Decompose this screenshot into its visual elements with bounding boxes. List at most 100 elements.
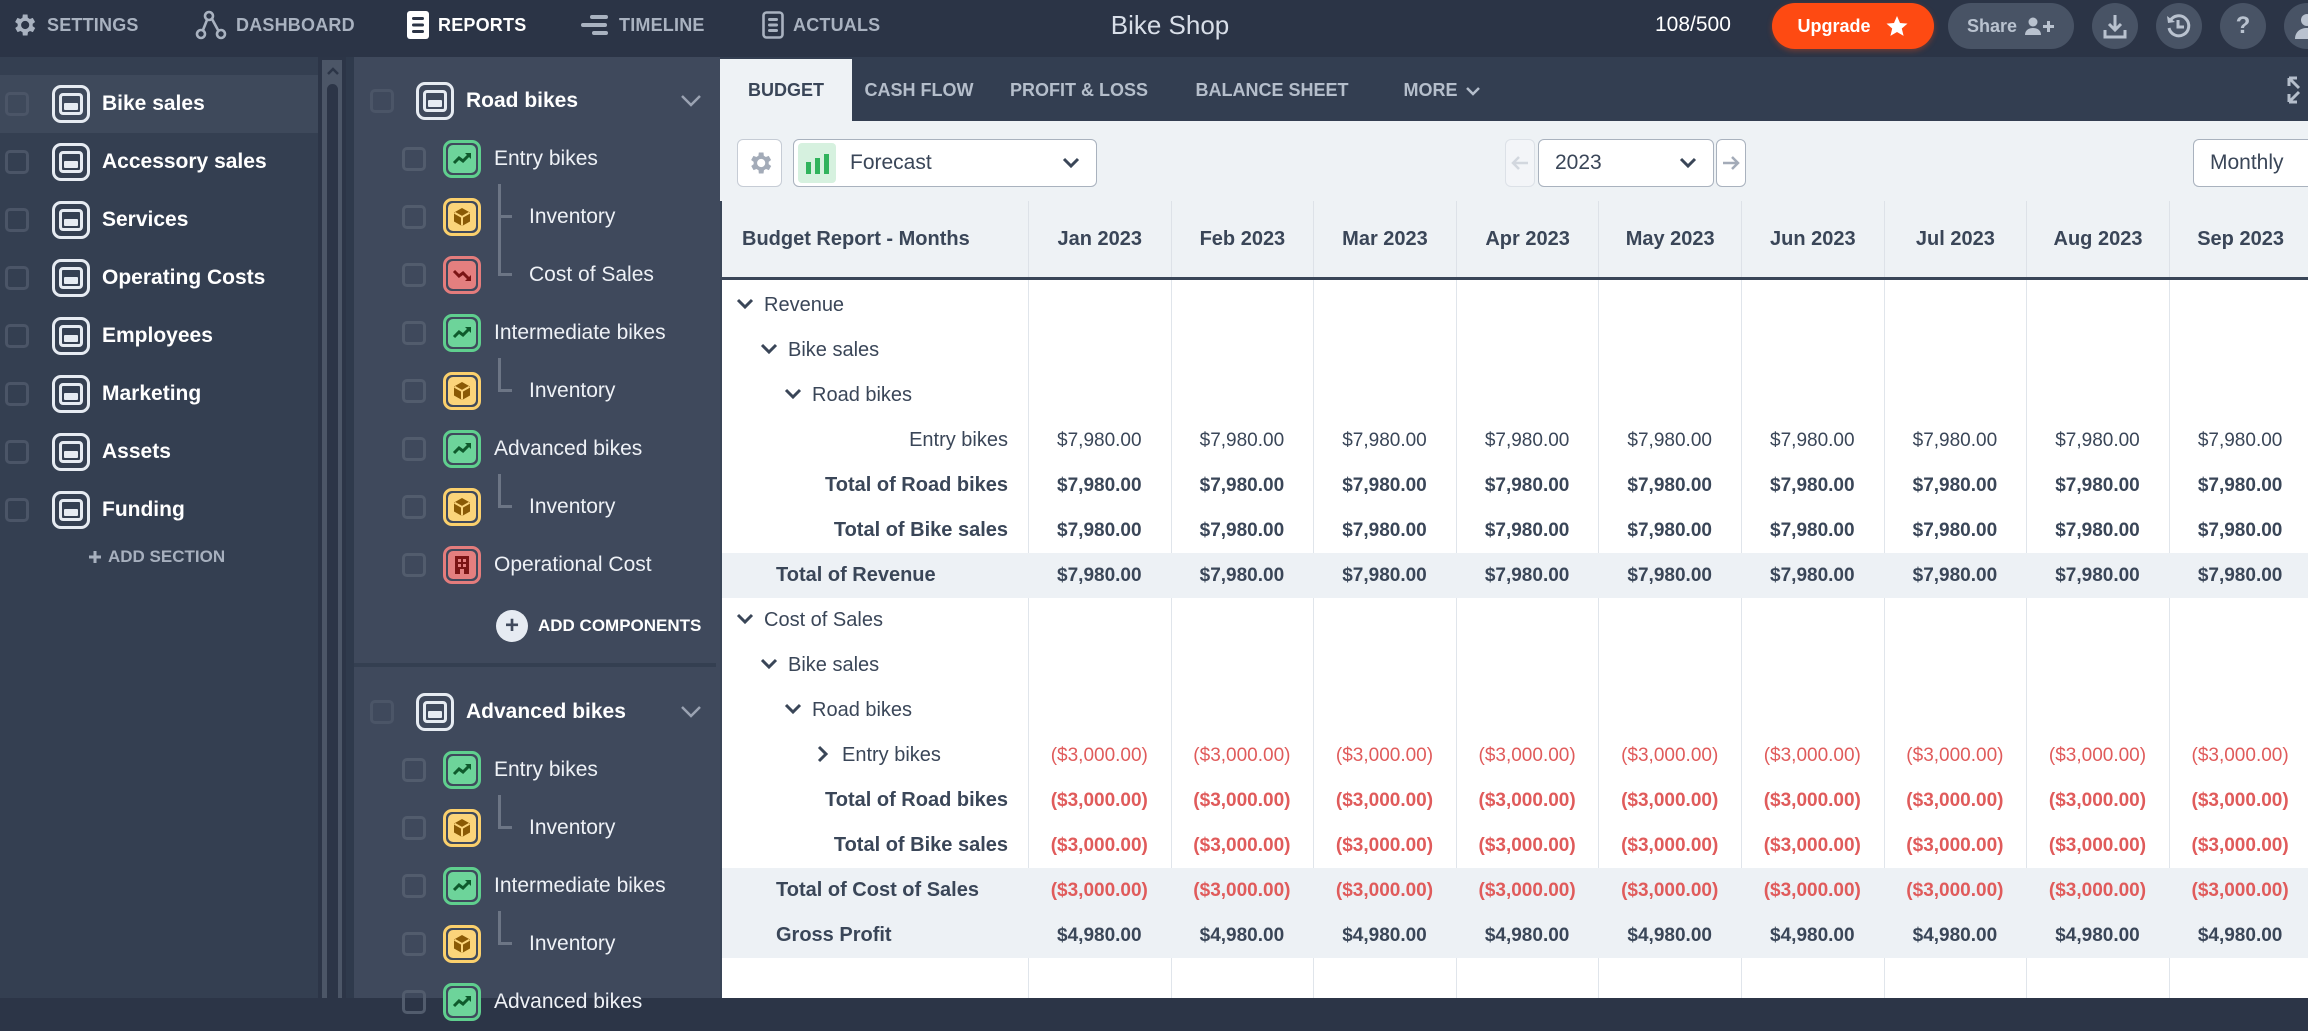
checkbox[interactable] [402,205,426,229]
table-cell[interactable]: $7,980.00 [2169,418,2308,463]
checkbox[interactable] [5,92,29,116]
next-year-button[interactable] [1716,139,1746,187]
checkbox[interactable] [5,266,29,290]
chevron-down-icon[interactable] [760,340,778,358]
scenario-select[interactable]: Forecast [793,139,1097,187]
column-header[interactable]: Jan 2023 [1028,201,1171,277]
table-cell[interactable]: ($3,000.00) [2026,733,2169,778]
row-label[interactable]: Road bikes [784,373,912,418]
checkbox[interactable] [402,553,426,577]
component-item[interactable]: Inventory [346,911,720,973]
chevron-down-icon[interactable] [760,655,778,673]
column-header[interactable]: Mar 2023 [1313,201,1456,277]
table-cell[interactable]: ($3,000.00) [1598,868,1741,913]
column-header[interactable]: May 2023 [1598,201,1741,277]
nav-dashboard[interactable]: DASHBOARD [195,0,355,50]
row-label[interactable]: Bike sales [760,328,879,373]
table-cell[interactable]: $4,980.00 [1313,913,1456,958]
expand-icon[interactable] [2286,75,2308,105]
chevron-down-icon[interactable] [736,295,754,313]
table-cell[interactable]: ($3,000.00) [1741,733,1884,778]
column-header[interactable]: Jun 2023 [1741,201,1884,277]
table-cell[interactable]: $7,980.00 [2026,508,2169,553]
table-cell[interactable]: ($3,000.00) [1884,778,2027,823]
table-cell[interactable]: $7,980.00 [2026,553,2169,598]
table-cell[interactable]: $7,980.00 [1456,463,1599,508]
table-cell[interactable]: ($3,000.00) [1028,868,1171,913]
checkbox[interactable] [5,324,29,348]
table-cell[interactable]: ($3,000.00) [2026,823,2169,868]
component-item[interactable]: Inventory [346,358,720,420]
table-cell[interactable]: $7,980.00 [2169,463,2308,508]
component-item[interactable]: Intermediate bikes [346,857,720,915]
table-cell[interactable]: ($3,000.00) [1884,823,2027,868]
table-cell[interactable]: $4,980.00 [1741,913,1884,958]
component-item[interactable]: Inventory [346,795,720,857]
row-label[interactable]: Entry bikes [814,733,941,778]
table-cell[interactable]: $7,980.00 [1741,418,1884,463]
checkbox[interactable] [370,700,394,724]
checkbox[interactable] [5,440,29,464]
checkbox[interactable] [402,932,426,956]
table-cell[interactable]: $7,980.00 [1598,418,1741,463]
checkbox[interactable] [402,990,426,1014]
add-components-button[interactable]: + ADD COMPONENTS [496,610,701,642]
sidebar-item-assets[interactable]: Assets [0,423,318,481]
table-cell[interactable]: ($3,000.00) [1313,778,1456,823]
table-cell[interactable]: $7,980.00 [1884,508,2027,553]
chevron-down-icon[interactable] [736,610,754,628]
scroll-up-icon[interactable] [326,64,340,78]
table-cell[interactable]: $7,980.00 [1598,463,1741,508]
table-cell[interactable]: ($3,000.00) [1598,778,1741,823]
table-cell[interactable]: $7,980.00 [1456,553,1599,598]
table-cell[interactable]: $7,980.00 [1456,508,1599,553]
checkbox[interactable] [5,208,29,232]
checkbox[interactable] [402,758,426,782]
table-cell[interactable]: ($3,000.00) [1171,823,1314,868]
table-cell[interactable]: $7,980.00 [1598,508,1741,553]
table-cell[interactable]: ($3,000.00) [2169,868,2308,913]
table-cell[interactable]: ($3,000.00) [1741,823,1884,868]
table-cell[interactable]: ($3,000.00) [1598,823,1741,868]
table-cell[interactable]: ($3,000.00) [1028,733,1171,778]
sidebar-item-employees[interactable]: Employees [0,307,318,365]
row-label[interactable]: Road bikes [784,688,912,733]
sidebar-item-accessory-sales[interactable]: Accessory sales [0,133,318,191]
table-cell[interactable]: $7,980.00 [1171,418,1314,463]
checkbox[interactable] [402,263,426,287]
table-cell[interactable]: ($3,000.00) [1456,778,1599,823]
checkbox[interactable] [402,321,426,345]
chevron-down-icon[interactable] [680,94,702,108]
table-cell[interactable]: $4,980.00 [2026,913,2169,958]
table-cell[interactable]: $7,980.00 [1741,553,1884,598]
table-cell[interactable]: ($3,000.00) [1456,733,1599,778]
table-cell[interactable]: $4,980.00 [1171,913,1314,958]
row-label[interactable]: Cost of Sales [736,598,883,643]
table-cell[interactable]: ($3,000.00) [1884,868,2027,913]
table-cell[interactable]: ($3,000.00) [1171,778,1314,823]
table-cell[interactable]: $4,980.00 [2169,913,2308,958]
component-item[interactable]: Entry bikes [346,741,720,799]
table-cell[interactable]: ($3,000.00) [1171,733,1314,778]
checkbox[interactable] [402,816,426,840]
sidebar-item-operating-costs[interactable]: Operating Costs [0,249,318,307]
row-label[interactable]: Revenue [736,283,844,328]
table-cell[interactable]: ($3,000.00) [2169,823,2308,868]
table-cell[interactable]: $7,980.00 [1171,508,1314,553]
table-cell[interactable]: ($3,000.00) [1313,823,1456,868]
table-cell[interactable]: $7,980.00 [1884,553,2027,598]
sidebar-item-marketing[interactable]: Marketing [0,365,318,423]
table-cell[interactable]: ($3,000.00) [2026,868,2169,913]
checkbox[interactable] [402,437,426,461]
tab-balance-sheet[interactable]: BALANCE SHEET [1172,59,1372,121]
component-item[interactable]: Advanced bikes [346,420,720,478]
upgrade-button[interactable]: Upgrade [1772,3,1934,49]
checkbox[interactable] [5,498,29,522]
sidebar-item-funding[interactable]: Funding [0,481,318,539]
component-item[interactable]: Inventory [346,474,720,536]
period-select[interactable]: Monthly [2193,139,2308,187]
checkbox[interactable] [402,147,426,171]
component-item[interactable]: Inventory [346,184,720,246]
year-select[interactable]: 2023 [1538,139,1714,187]
table-cell[interactable]: ($3,000.00) [1313,868,1456,913]
